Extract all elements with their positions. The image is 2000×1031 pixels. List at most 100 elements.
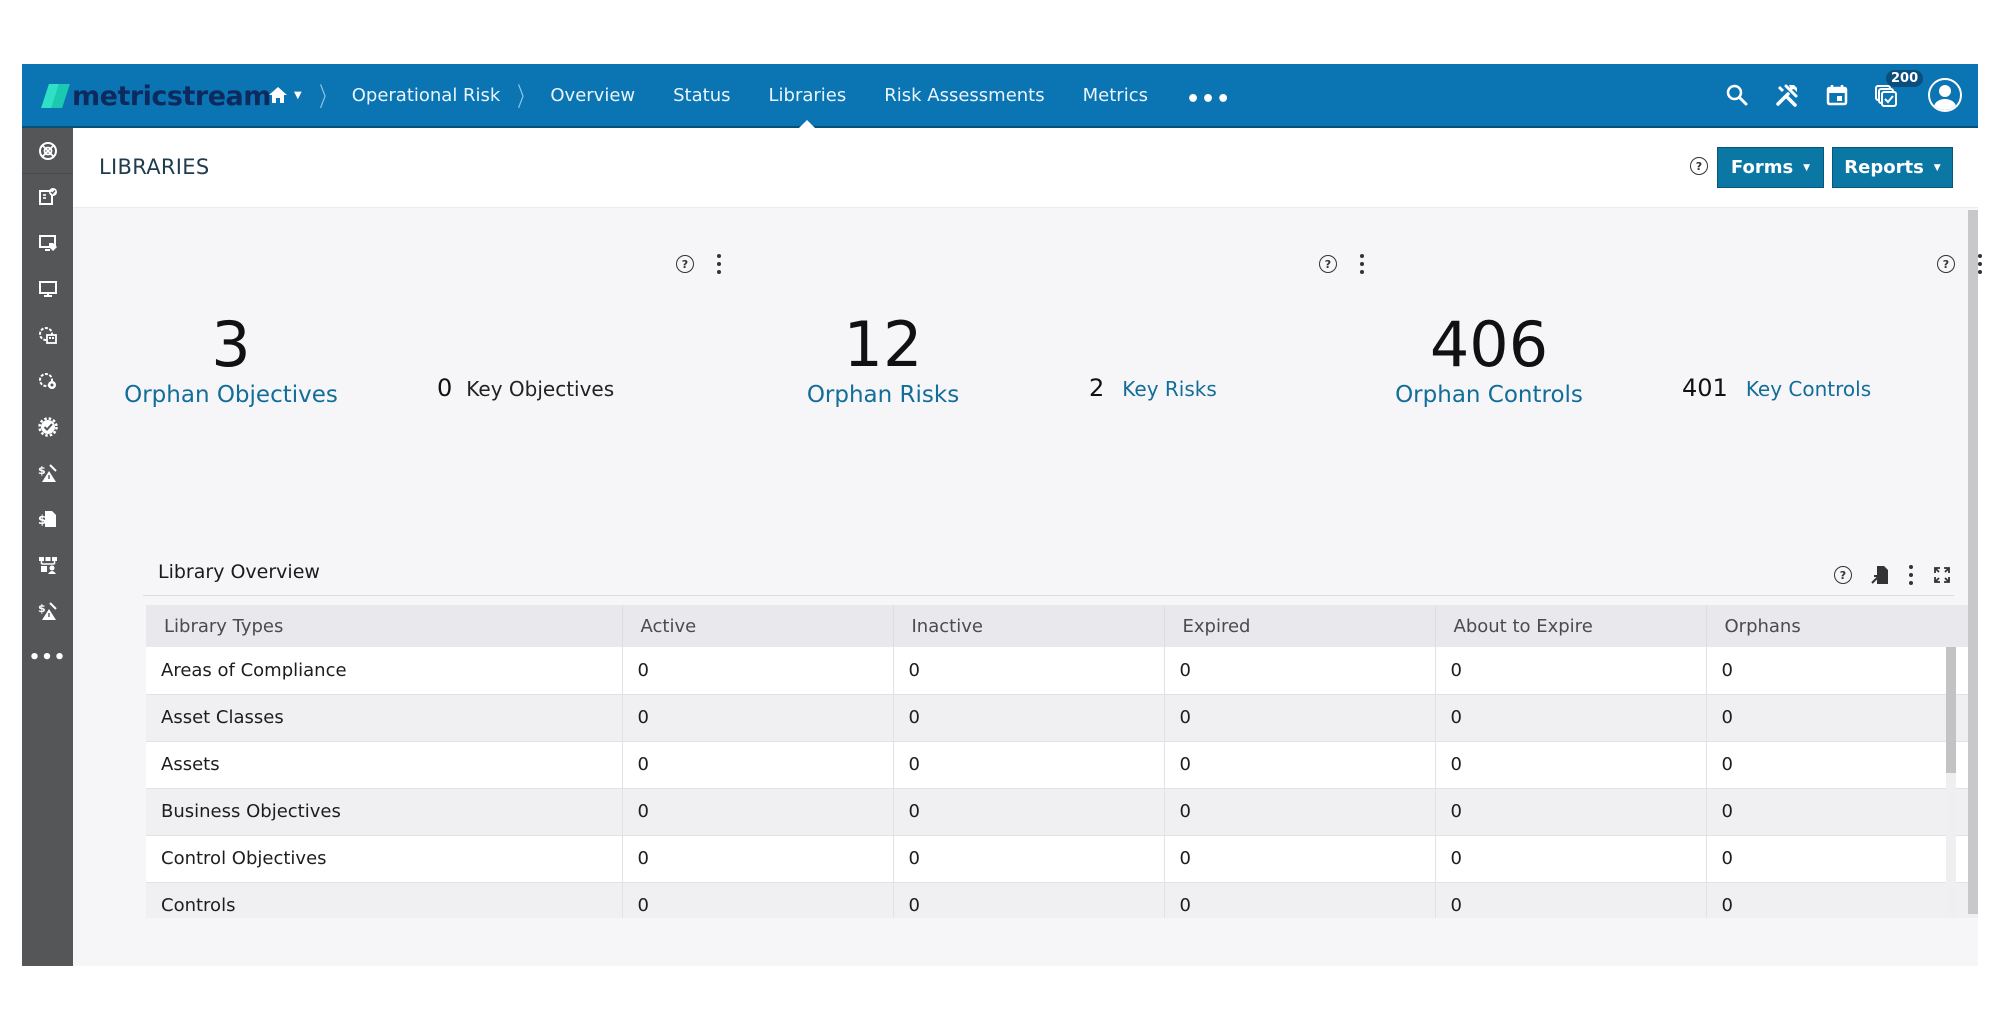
kpi-secondary: 2 Key Risks (1089, 374, 1217, 402)
reports-dropdown-button[interactable]: Reports ▼ (1832, 147, 1953, 188)
table-row[interactable]: Control Objectives 0 0 0 0 0 (146, 835, 1978, 883)
library-type-cell[interactable]: Controls (146, 882, 623, 918)
tasks-button[interactable]: 200 (1874, 70, 1924, 108)
sidebar-item-6[interactable] (22, 358, 73, 404)
table-row[interactable]: Controls 0 0 0 0 0 (146, 882, 1978, 918)
table-row[interactable]: Areas of Compliance 0 0 0 0 0 (146, 647, 1978, 695)
chevron-down-icon: ▼ (1803, 162, 1811, 173)
help-icon[interactable]: ? (1834, 566, 1852, 584)
breadcrumb-operational-risk[interactable]: Operational Risk (352, 85, 501, 106)
kpi-tools: ? (1319, 254, 1365, 274)
more-icon: ••• (28, 646, 67, 668)
kpi-secondary-link[interactable]: Key Controls (1746, 377, 1871, 401)
library-type-cell[interactable]: Business Objectives (146, 788, 623, 836)
kpi-label-link[interactable]: Orphan Controls (1369, 382, 1609, 408)
column-header[interactable]: Active (622, 605, 894, 647)
help-icon[interactable]: ? (1690, 157, 1708, 175)
sidebar-more-button[interactable]: ••• (22, 634, 73, 680)
sidebar: $ $ $ ••• (22, 128, 73, 966)
forms-dropdown-button[interactable]: Forms ▼ (1717, 147, 1824, 188)
count-cell: 0 (1435, 882, 1707, 918)
sidebar-item-2[interactable] (22, 174, 73, 220)
library-type-cell[interactable]: Assets (146, 741, 623, 789)
sidebar-item-7[interactable] (22, 404, 73, 450)
table-row[interactable]: Business Objectives 0 0 0 0 0 (146, 788, 1978, 836)
more-options-icon[interactable] (1359, 254, 1365, 274)
sidebar-item-11[interactable]: $ (22, 588, 73, 634)
brand-logo[interactable]: metricstream (42, 80, 271, 112)
money-warning-icon: $ (38, 602, 57, 620)
breadcrumb-separator-icon: 〉 (318, 82, 335, 113)
report-check-icon (38, 188, 57, 205)
crosshair-icon (38, 141, 57, 160)
tab-status[interactable]: Status (673, 85, 730, 106)
tab-libraries[interactable]: Libraries (768, 85, 846, 128)
tab-risk-assessments[interactable]: Risk Assessments (884, 85, 1044, 106)
sidebar-item-8[interactable]: $ (22, 450, 73, 496)
help-icon[interactable]: ? (1319, 255, 1337, 273)
expand-button[interactable] (1932, 565, 1952, 585)
tools-button[interactable] (1774, 82, 1800, 108)
column-header[interactable]: Inactive (893, 605, 1165, 647)
gear-cycle-icon (38, 373, 56, 389)
table-scrollbar-thumb[interactable] (1946, 647, 1956, 773)
money-document-icon: $ (38, 511, 56, 527)
help-icon[interactable]: ? (676, 255, 694, 273)
breadcrumb-separator-icon: 〉 (517, 82, 534, 113)
library-type-cell[interactable]: Control Objectives (146, 835, 623, 883)
table-header-row: Library Types Active Inactive Expired Ab… (146, 605, 1978, 647)
calendar-button[interactable] (1824, 82, 1850, 108)
monitor-icon (38, 281, 57, 297)
reports-label: Reports (1844, 157, 1924, 178)
count-cell: 0 (1164, 882, 1436, 918)
home-menu[interactable]: ▼ (268, 86, 302, 104)
column-header[interactable]: Library Types (146, 605, 623, 647)
kpi-secondary-value: 2 (1089, 374, 1105, 402)
column-header[interactable]: About to Expire (1435, 605, 1707, 647)
kpi-secondary-link[interactable]: Key Risks (1122, 377, 1217, 401)
sidebar-item-1[interactable] (22, 128, 73, 174)
sidebar-item-9[interactable]: $ (22, 496, 73, 542)
more-options-icon[interactable] (1908, 565, 1914, 585)
count-cell: 0 (622, 647, 894, 695)
table-row[interactable]: Asset Classes 0 0 0 0 0 (146, 694, 1978, 742)
kpi-label-link[interactable]: Orphan Risks (763, 382, 1003, 408)
sidebar-item-5[interactable] (22, 312, 73, 358)
top-nav: metricstream ▼ 〉 Operational Risk 〉 Over… (22, 64, 1978, 128)
library-type-cell[interactable]: Asset Classes (146, 694, 623, 742)
tools-icon (1776, 84, 1798, 107)
count-cell: 0 (1164, 788, 1436, 836)
count-cell: 0 (1435, 835, 1707, 883)
count-cell: 0 (1164, 835, 1436, 883)
forms-label: Forms (1730, 157, 1794, 178)
more-options-icon[interactable] (716, 254, 722, 274)
kpi-primary: 406 Orphan Controls (1369, 308, 1609, 409)
page-scrollbar[interactable] (1968, 210, 1978, 914)
sidebar-item-4[interactable] (22, 266, 73, 312)
count-cell: 0 (893, 788, 1165, 836)
kpi-tools: ? (676, 254, 722, 274)
column-header[interactable]: Expired (1164, 605, 1436, 647)
help-icon[interactable]: ? (1937, 255, 1955, 273)
library-type-cell[interactable]: Areas of Compliance (146, 647, 623, 695)
search-button[interactable] (1724, 82, 1750, 108)
sidebar-item-3[interactable] (22, 220, 73, 266)
count-cell: 0 (1706, 882, 1978, 918)
column-header[interactable]: Orphans (1706, 605, 1978, 647)
tab-overview[interactable]: Overview (550, 85, 635, 106)
kpi-label-link[interactable]: Orphan Objectives (111, 382, 351, 408)
table-row[interactable]: Assets 0 0 0 0 0 (146, 741, 1978, 789)
kpi-secondary: 0 Key Objectives (437, 374, 614, 402)
tab-metrics[interactable]: Metrics (1083, 85, 1148, 106)
library-overview-table: Library Types Active Inactive Expired Ab… (146, 605, 1978, 918)
sidebar-item-10[interactable] (22, 542, 73, 588)
kpi-value: 406 (1429, 308, 1549, 381)
chevron-down-icon: ▼ (294, 89, 302, 101)
export-button[interactable] (1870, 565, 1890, 585)
more-tabs-button[interactable]: ••• (1186, 87, 1231, 112)
app-window: metricstream ▼ 〉 Operational Risk 〉 Over… (22, 64, 1982, 966)
org-chart-icon (38, 557, 57, 574)
user-avatar[interactable] (1928, 78, 1962, 112)
count-cell: 0 (1164, 647, 1436, 695)
svg-text:$: $ (38, 513, 46, 527)
